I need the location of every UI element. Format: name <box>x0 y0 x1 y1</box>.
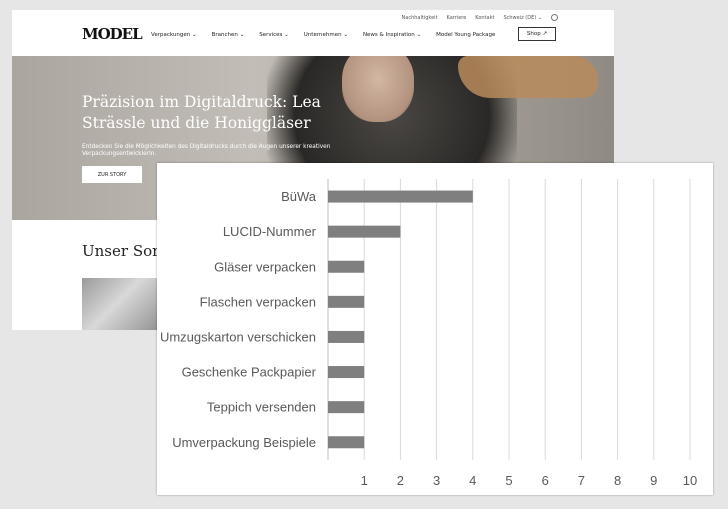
utility-link-contact[interactable]: Kontakt <box>475 15 494 21</box>
x-tick-label-5: 5 <box>505 473 512 488</box>
category-label-1: BüWa <box>281 189 317 204</box>
x-tick-label-9: 9 <box>650 473 657 488</box>
category-label-7: Teppich versenden <box>207 400 316 415</box>
utility-nav: Nachhaltigkeit Karriere Kontakt Schweiz … <box>402 14 558 21</box>
nav-item-company[interactable]: Unternehmen ⌄ <box>304 32 348 38</box>
bar-chart: BüWa LUCID-Nummer Gläser verpacken Flaschen… <box>160 179 697 488</box>
bar-7 <box>328 401 365 414</box>
shop-button[interactable]: Shop ↗ <box>518 27 556 41</box>
nav-item-news[interactable]: News & Inspiration ⌄ <box>363 32 421 38</box>
nav-item-industries[interactable]: Branchen ⌄ <box>212 32 245 38</box>
nav-item-packaging[interactable]: Verpackungen ⌄ <box>151 32 197 38</box>
story-button[interactable]: ZUR STORY <box>82 166 142 183</box>
bar-4 <box>328 295 365 308</box>
site-logo[interactable]: MODEL <box>82 25 143 43</box>
x-tick-label-7: 7 <box>578 473 585 488</box>
x-tick-label-1: 1 <box>361 473 368 488</box>
category-label-8: Umverpackung Beispiele <box>172 435 316 450</box>
x-tick-label-10: 10 <box>683 473 697 488</box>
hero-subtitle: Entdecken Sie die Möglichkeiten des Digi… <box>82 144 331 157</box>
x-tick-label-2: 2 <box>397 473 404 488</box>
category-label-5: Umzugskarton verschicken <box>160 329 316 344</box>
bar-1 <box>328 190 473 203</box>
bar-8 <box>328 436 365 449</box>
bar-2 <box>328 225 401 238</box>
bar-5 <box>328 330 365 343</box>
section-heading: Unser Sor <box>82 242 160 260</box>
hero-photo-cork-map <box>458 56 598 98</box>
site-header: Nachhaltigkeit Karriere Kontakt Schweiz … <box>12 10 614 56</box>
main-nav: Verpackungen ⌄ Branchen ⌄ Services ⌄ Unt… <box>151 32 495 38</box>
x-tick-label-3: 3 <box>433 473 440 488</box>
search-icon[interactable] <box>551 14 558 21</box>
bar-6 <box>328 366 365 379</box>
utility-link-sustainability[interactable]: Nachhaltigkeit <box>402 15 438 21</box>
x-tick-label-8: 8 <box>614 473 621 488</box>
x-tick-label-4: 4 <box>469 473 476 488</box>
category-label-6: Geschenke Packpapier <box>182 365 317 380</box>
chart-card: BüWa LUCID-Nummer Gläser verpacken Flaschen… <box>157 163 713 495</box>
category-label-2: LUCID-Nummer <box>223 224 317 239</box>
x-tick-label-6: 6 <box>542 473 549 488</box>
utility-link-careers[interactable]: Karriere <box>447 15 467 21</box>
nav-item-services[interactable]: Services ⌄ <box>259 32 289 38</box>
nav-item-young-package[interactable]: Model Young Package <box>436 32 495 38</box>
category-label-3: Gläser verpacken <box>214 259 316 274</box>
bar-3 <box>328 260 365 273</box>
hero-title: Präzision im Digitaldruck: Lea Strässle … <box>82 93 321 132</box>
category-label-4: Flaschen verpacken <box>200 294 316 309</box>
country-selector[interactable]: Schweiz (DE) ⌄ <box>503 15 542 21</box>
